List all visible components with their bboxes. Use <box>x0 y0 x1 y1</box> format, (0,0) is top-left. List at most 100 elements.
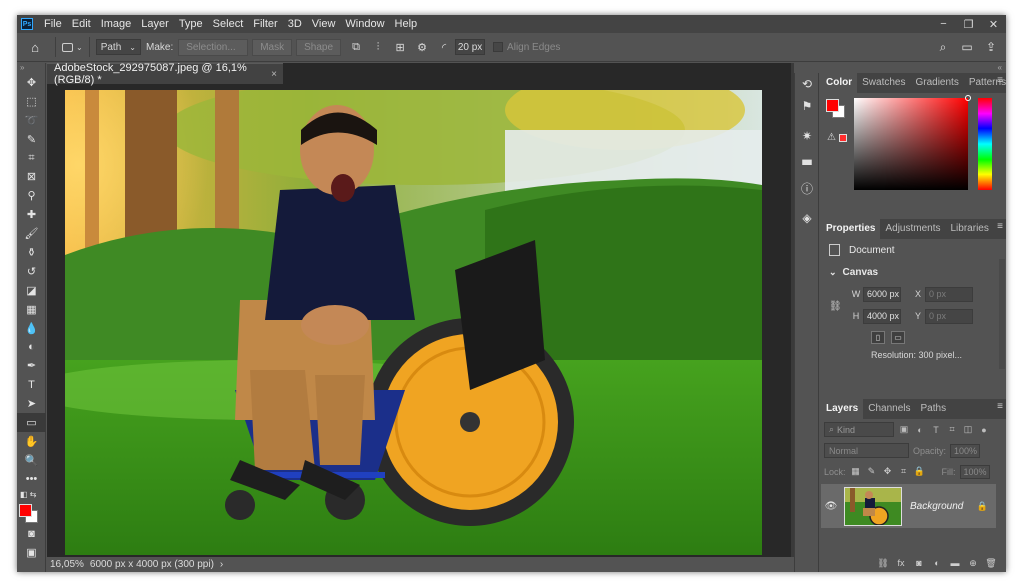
quick-mask-icon[interactable]: ◙ <box>17 525 46 544</box>
eyedropper-tool[interactable]: ⚲ <box>17 186 46 205</box>
crop-tool[interactable]: ⌗ <box>17 149 46 168</box>
history-brush-tool[interactable]: ↺ <box>17 262 46 281</box>
path-alignment-icon[interactable]: ⫶ <box>367 41 389 54</box>
new-group-icon[interactable]: ▬ <box>948 558 962 568</box>
make-shape-button[interactable]: Shape <box>296 38 342 56</box>
new-layer-icon[interactable]: ⊕ <box>966 558 980 569</box>
menu-select[interactable]: Select <box>208 15 249 33</box>
close-icon[interactable]: × <box>271 69 277 80</box>
home-icon[interactable]: ⌂ <box>21 40 49 55</box>
tool-preset-picker[interactable]: ⌄ <box>62 42 83 52</box>
fill-field[interactable]: 100% <box>959 464 990 479</box>
tab-layers[interactable]: Layers <box>821 399 864 419</box>
document-tab[interactable]: AdobeStock_292975087.jpeg @ 16,1% (RGB/8… <box>47 62 283 86</box>
eye-icon[interactable]: 👁 <box>821 501 841 512</box>
lock-position-icon[interactable]: ✥ <box>882 466 894 477</box>
frame-tool[interactable]: ⊠ <box>17 167 46 186</box>
pen-tool[interactable]: ✒ <box>17 356 46 375</box>
blur-tool[interactable]: 💧 <box>17 319 46 338</box>
dodge-tool[interactable]: ◐ <box>17 337 46 356</box>
canvas-width-field[interactable]: 6000 px <box>863 286 901 302</box>
blend-mode-dropdown[interactable]: Normal <box>824 443 909 458</box>
hand-tool[interactable]: ✋ <box>17 432 46 451</box>
lasso-tool[interactable]: ➰ <box>17 111 46 130</box>
search-icon[interactable]: ⌕ <box>934 40 952 55</box>
lock-artboard-icon[interactable]: ⌗ <box>898 466 910 477</box>
brush-settings-icon[interactable]: ✷ <box>795 125 819 147</box>
portrait-orientation-icon[interactable]: ▯ <box>871 330 885 344</box>
align-edges-checkbox[interactable] <box>493 42 504 52</box>
actions-icon[interactable]: ⚑ <box>795 95 819 117</box>
lock-image-icon[interactable]: ✎ <box>866 466 878 477</box>
make-mask-button[interactable]: Mask <box>252 38 293 56</box>
layer-style-icon[interactable]: fx <box>894 558 908 568</box>
menu-view[interactable]: View <box>307 15 341 33</box>
delete-layer-icon[interactable]: 🗑 <box>984 558 998 569</box>
path-arrangement-icon[interactable]: ⊞ <box>389 41 411 54</box>
rectangle-tool[interactable]: ▭ <box>17 413 46 432</box>
menu-window[interactable]: Window <box>340 15 389 33</box>
corner-radius-input[interactable]: 20 px <box>455 39 486 55</box>
filter-pixel-icon[interactable]: ▣ <box>898 424 910 435</box>
lock-icon[interactable]: 🔒 <box>977 501 988 512</box>
add-mask-icon[interactable]: ◙ <box>912 558 926 568</box>
filter-toggle-icon[interactable]: ● <box>978 425 990 435</box>
make-selection-button[interactable]: Selection... <box>178 38 249 56</box>
filter-adjustment-icon[interactable]: ◐ <box>914 425 926 435</box>
tab-color[interactable]: Color <box>821 73 858 93</box>
status-menu-arrow[interactable]: › <box>220 559 223 570</box>
canvas-section-header[interactable]: ⌄ Canvas <box>821 261 1006 283</box>
restore-button[interactable]: ❐ <box>956 18 981 31</box>
histogram-icon[interactable]: ▃ <box>795 147 819 169</box>
panel-menu-icon[interactable]: ≡ <box>997 401 1003 412</box>
minimize-button[interactable]: − <box>931 18 956 31</box>
learn-icon[interactable]: ◈ <box>795 207 819 229</box>
close-button[interactable]: ✕ <box>981 18 1006 31</box>
info-icon[interactable]: ⓘ <box>795 177 819 199</box>
more-tools[interactable]: ••• <box>17 470 46 489</box>
path-operations-icon[interactable]: ⧉ <box>345 41 367 54</box>
menu-type[interactable]: Type <box>174 15 208 33</box>
menu-filter[interactable]: Filter <box>248 15 282 33</box>
history-icon[interactable]: ⟲ <box>795 73 819 95</box>
workspace-icon[interactable]: ▭ <box>958 40 976 55</box>
landscape-orientation-icon[interactable]: ▭ <box>891 330 905 344</box>
tool-mode-dropdown[interactable]: Path ⌄ <box>95 39 141 55</box>
clone-stamp-tool[interactable]: ⚱ <box>17 243 46 262</box>
link-layers-icon[interactable]: ⛓ <box>876 558 890 569</box>
screen-mode-icon[interactable]: ▣ <box>17 543 46 562</box>
layer-row[interactable]: 👁 Background 🔒 <box>821 484 996 528</box>
layer-kind-filter[interactable]: ⌕ Kind <box>824 422 894 437</box>
tab-channels[interactable]: Channels <box>863 399 915 419</box>
type-tool[interactable]: T <box>17 375 46 394</box>
tab-adjustments[interactable]: Adjustments <box>880 219 945 239</box>
link-icon[interactable]: ⛓ <box>829 301 849 312</box>
healing-brush-tool[interactable]: ✚ <box>17 205 46 224</box>
lock-all-icon[interactable]: 🔒 <box>914 466 926 477</box>
adjustment-layer-icon[interactable]: ◐ <box>930 558 944 568</box>
path-select-tool[interactable]: ➤ <box>17 394 46 413</box>
move-tool[interactable]: ✥ <box>17 73 46 92</box>
panel-menu-icon[interactable]: ≡ <box>997 221 1003 232</box>
tab-libraries[interactable]: Libraries <box>946 219 994 239</box>
tab-properties[interactable]: Properties <box>821 219 881 239</box>
opacity-field[interactable]: 100% <box>950 443 981 458</box>
filter-type-icon[interactable]: T <box>930 425 942 435</box>
collapse-toolbar-icon[interactable]: » <box>17 63 45 73</box>
menu-image[interactable]: Image <box>96 15 137 33</box>
canvas-image[interactable] <box>65 90 762 555</box>
canvas-y-field[interactable]: 0 px <box>925 308 973 324</box>
tab-swatches[interactable]: Swatches <box>857 73 910 93</box>
brush-tool[interactable]: 🖌 <box>17 224 46 243</box>
menu-3d[interactable]: 3D <box>283 15 307 33</box>
zoom-tool[interactable]: 🔍 <box>17 451 46 470</box>
menu-layer[interactable]: Layer <box>136 15 174 33</box>
properties-scrollbar[interactable] <box>999 259 1005 369</box>
marquee-tool[interactable]: ⬚ <box>17 92 46 111</box>
saturation-brightness-picker[interactable] <box>854 95 971 190</box>
menu-edit[interactable]: Edit <box>67 15 96 33</box>
picker-cursor[interactable] <box>965 95 971 101</box>
filter-smart-object-icon[interactable]: ◫ <box>962 424 974 435</box>
filter-shape-icon[interactable]: ⌗ <box>946 424 958 435</box>
eraser-tool[interactable]: ◪ <box>17 281 46 300</box>
